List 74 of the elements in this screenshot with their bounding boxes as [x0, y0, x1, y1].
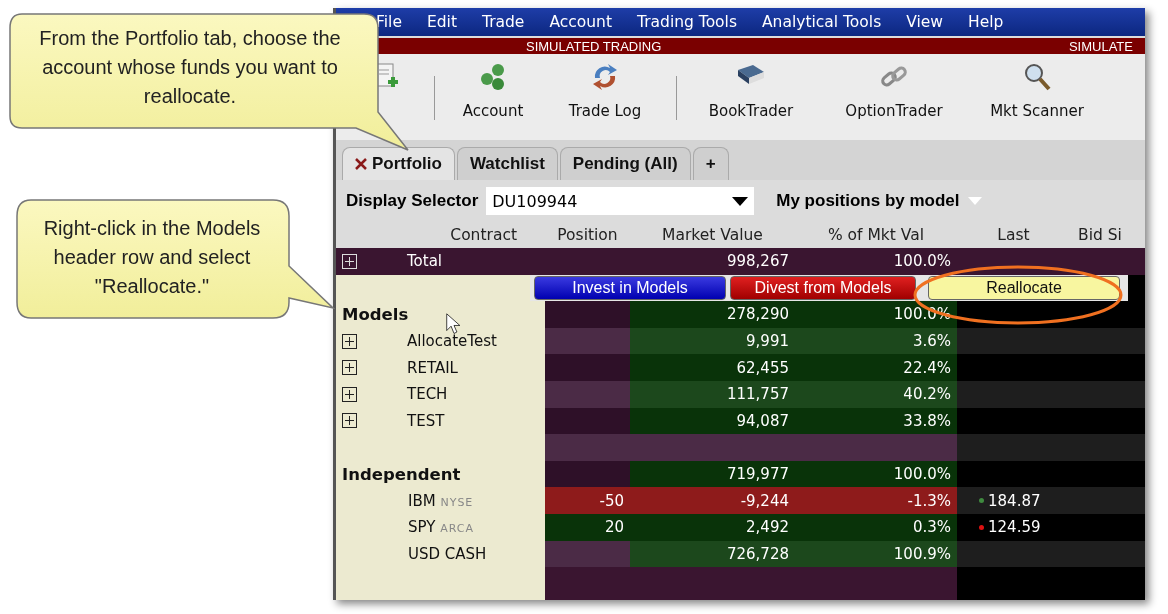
percent-cell: 40.2% — [795, 380, 957, 408]
menu-item[interactable]: Help — [968, 13, 1004, 31]
menu-item[interactable]: Analytical Tools — [762, 13, 882, 31]
display-selector-label: Display Selector — [346, 191, 479, 211]
callout-text: From the Portfolio tab, choose the account whose funds you want to reallocate. — [38, 26, 342, 109]
percent-cell: 33.8% — [795, 407, 957, 435]
contract-cell: Total — [407, 252, 443, 271]
tab[interactable]: Watchlist — [456, 147, 558, 180]
dropdown-caret-icon — [967, 197, 982, 205]
contract-cell: SPY ARCA — [408, 518, 474, 537]
group-label: Independent — [342, 464, 461, 484]
percent-cell: 0.3% — [795, 513, 957, 541]
toolbar-button[interactable]: BookTrader — [708, 102, 794, 120]
column-header[interactable]: Contract — [450, 226, 517, 244]
menu-button[interactable]: Reallocate — [928, 275, 1120, 300]
close-icon[interactable] — [355, 158, 367, 170]
tab[interactable]: Portfolio — [342, 147, 455, 180]
toolbar-button[interactable]: OptionTrader — [845, 102, 943, 120]
column-header[interactable]: Last — [997, 226, 1030, 244]
account-dropdown[interactable]: DU109944 — [486, 187, 755, 215]
toolbar-button[interactable]: Mkt Scanner — [990, 102, 1084, 120]
column-header[interactable]: Market Value — [662, 226, 763, 244]
percent-cell: 100.9% — [795, 540, 957, 568]
group-label: Models — [342, 305, 409, 324]
expand-icon[interactable] — [342, 333, 357, 349]
contract-cell: USD CASH — [408, 544, 487, 563]
market-value-cell: 719,977 — [630, 460, 795, 488]
column-header[interactable]: % of Mkt Val — [827, 226, 925, 244]
percent-cell: 100.0% — [795, 460, 957, 488]
pointer-cursor-icon — [446, 313, 462, 335]
dropdown-caret-icon — [732, 196, 749, 206]
callout-text: Right-click in the Models header row and select "Reallocate." — [42, 216, 262, 299]
menu-button[interactable]: Invest in Models — [534, 275, 726, 300]
last-price-cell: 184.87 — [957, 487, 1070, 514]
menu-item[interactable]: Edit — [426, 13, 457, 31]
market-value-cell: 62,455 — [630, 354, 795, 381]
market-value-cell-text: 998,267 — [725, 251, 790, 273]
model-name[interactable]: TECH — [407, 385, 448, 404]
banner-text: SIMULATE — [1068, 38, 1133, 54]
market-value-cell: 726,728 — [630, 540, 795, 568]
position-cell: -50 — [545, 487, 630, 514]
model-name[interactable]: RETAIL — [407, 358, 458, 377]
contract-cell: IBM NYSE — [408, 491, 474, 510]
menu-item[interactable]: Account — [549, 13, 612, 31]
menu-item[interactable]: View — [906, 13, 943, 31]
menu-item[interactable]: Trade — [481, 13, 525, 31]
market-value-cell: 2,492 — [630, 513, 795, 541]
market-value-cell: 94,087 — [630, 407, 795, 435]
expand-icon[interactable] — [342, 360, 357, 376]
menu-button[interactable]: Divest from Models — [730, 275, 916, 300]
percent-cell-text: 100.0% — [892, 251, 952, 273]
expand-icon[interactable] — [342, 413, 357, 429]
market-value-cell: -9,244 — [630, 487, 795, 514]
market-value-cell: 278,290 — [630, 301, 795, 328]
toolbar-button[interactable]: Account — [462, 102, 524, 120]
banner-text: SIMULATED TRADING — [526, 38, 662, 54]
percent-cell: 22.4% — [795, 354, 957, 381]
model-name[interactable]: TEST — [407, 411, 445, 430]
add-tab-button[interactable]: + — [692, 147, 729, 180]
column-header[interactable]: Bid Si — [1078, 226, 1122, 244]
position-cell: 20 — [545, 513, 630, 541]
tab[interactable]: Pending (All) — [559, 147, 691, 180]
menu-item[interactable]: Trading Tools — [637, 13, 737, 31]
percent-cell: -1.3% — [795, 487, 957, 514]
column-header[interactable]: Position — [557, 226, 618, 244]
percent-cell: 3.6% — [795, 327, 957, 355]
menu-item[interactable]: File — [376, 13, 402, 31]
view-dropdown[interactable]: My positions by model — [776, 191, 982, 211]
expand-icon[interactable] — [342, 386, 357, 402]
magnifier-icon — [1022, 62, 1052, 92]
model-name[interactable]: AllocateTest — [407, 332, 497, 351]
toolbar-button[interactable]: Trade Log — [568, 102, 642, 120]
market-value-cell: 111,757 — [630, 380, 795, 408]
market-value-cell: 9,991 — [630, 327, 795, 355]
